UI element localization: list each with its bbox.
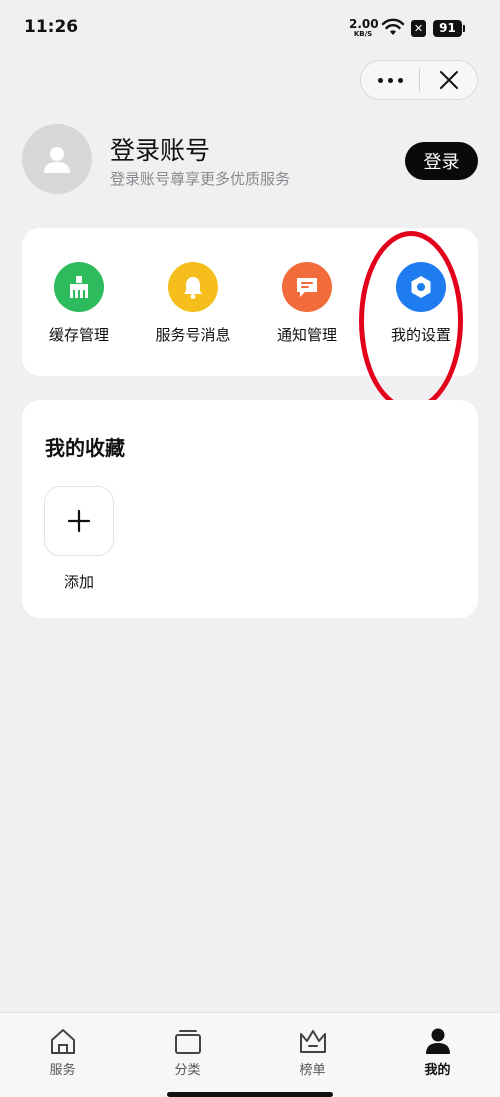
tools-card: 缓存管理 服务号消息 通知管理 我的设置	[22, 228, 478, 376]
nav-label: 服务	[49, 1063, 76, 1078]
nav-item-mine[interactable]: 我的	[375, 1027, 500, 1078]
message-icon	[282, 262, 332, 312]
avatar[interactable]	[22, 124, 92, 194]
nav-item-rankings[interactable]: 榜单	[250, 1027, 375, 1078]
capsule-menu	[360, 60, 478, 100]
plus-icon	[67, 509, 91, 533]
add-favorite-label: 添加	[63, 573, 94, 591]
wifi-icon	[381, 18, 405, 35]
tool-label: 缓存管理	[48, 326, 109, 344]
nav-label: 分类	[174, 1063, 201, 1078]
tool-notification-management[interactable]: 通知管理	[250, 262, 364, 345]
favorites-card: 我的收藏 添加	[22, 400, 478, 618]
network-speed: 2.00 KB/S	[349, 17, 379, 38]
bottom-nav: 服务 分类 榜单 我的	[0, 1012, 500, 1097]
person-icon	[425, 1028, 450, 1054]
category-icon	[174, 1030, 201, 1054]
crown-icon	[299, 1030, 326, 1053]
sim-icon: ✕	[411, 20, 426, 37]
nav-label: 我的	[424, 1063, 451, 1078]
bell-icon	[168, 262, 218, 312]
tool-label: 通知管理	[276, 326, 337, 344]
tool-my-settings[interactable]: 我的设置	[364, 262, 478, 345]
broom-icon	[54, 262, 104, 312]
tool-service-messages[interactable]: 服务号消息	[136, 262, 250, 345]
more-button[interactable]	[361, 61, 419, 99]
profile-title[interactable]: 登录账号	[110, 131, 210, 167]
home-icon	[50, 1029, 75, 1054]
close-icon	[439, 71, 458, 89]
battery-icon: 91	[433, 20, 465, 37]
network-speed-value: 2.00	[349, 17, 379, 31]
more-dot	[397, 77, 403, 83]
person-placeholder-icon	[44, 147, 70, 173]
close-button[interactable]	[420, 61, 477, 99]
more-dot	[387, 77, 393, 83]
network-speed-unit: KB/S	[353, 30, 373, 38]
more-dot	[377, 77, 383, 83]
status-time: 11:26	[24, 17, 79, 37]
hexagon-settings-icon	[396, 262, 446, 312]
tool-label: 服务号消息	[155, 326, 231, 344]
add-favorite-button[interactable]	[44, 486, 114, 556]
nav-item-categories[interactable]: 分类	[125, 1027, 250, 1078]
profile-subtitle: 登录账号尊享更多优质服务	[110, 170, 291, 188]
home-indicator	[167, 1092, 333, 1097]
login-button[interactable]: 登录	[405, 142, 478, 180]
tool-cache-management[interactable]: 缓存管理	[22, 262, 136, 345]
favorites-title: 我的收藏	[45, 436, 125, 460]
tool-label: 我的设置	[390, 326, 451, 344]
status-bar: 11:26 2.00 KB/S ✕ 91	[0, 0, 500, 56]
nav-label: 榜单	[299, 1063, 326, 1078]
nav-item-services[interactable]: 服务	[0, 1027, 125, 1078]
